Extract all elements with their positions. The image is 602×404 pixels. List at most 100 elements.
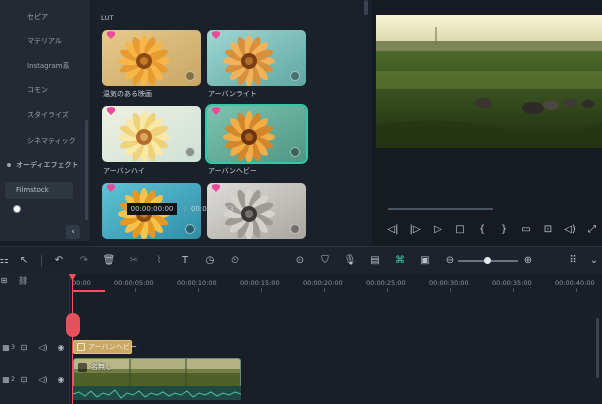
marker-icon[interactable]: ⛉ [318, 254, 332, 268]
audio-split-icon[interactable]: ⌇ [152, 254, 166, 268]
snap-icon[interactable]: ⌘ [393, 254, 407, 268]
total-time: 00:00:13:13 [191, 205, 234, 213]
fullscreen-icon[interactable]: ⤢ [585, 223, 599, 237]
category-common[interactable]: コモン [0, 81, 90, 99]
track-header-effect: ▦ 3 ⊡ ◁) ◉ [0, 339, 70, 357]
lock-icon[interactable]: ⊡ [19, 374, 29, 386]
preview-player [372, 0, 602, 246]
ruler-label: 00:00:15:00 [240, 279, 280, 287]
download-icon[interactable] [185, 224, 195, 234]
undo-icon[interactable]: ↶ [52, 254, 66, 268]
lut-label-2: アーバンライト [208, 90, 257, 98]
delete-icon[interactable]: 🗑 [102, 254, 116, 268]
volume-icon[interactable]: ◁) [563, 223, 577, 237]
playhead-marker[interactable] [66, 313, 80, 337]
speed-icon[interactable]: ◷ [203, 254, 217, 268]
expand-dot-icon [7, 163, 11, 167]
ruler-label: 00:00:10:00 [177, 279, 217, 287]
zoom-out-icon[interactable]: ⊖ [443, 254, 457, 268]
lut-thumbnail-4[interactable] [205, 104, 308, 164]
visibility-icon[interactable]: ◉ [56, 374, 66, 386]
render-icon[interactable]: ⊙ [293, 254, 307, 268]
layout-icon[interactable]: ⚏ [0, 254, 11, 268]
text-icon[interactable]: T [178, 254, 192, 268]
category-scrollbar[interactable] [85, 120, 88, 220]
ruler-label: 00:00 [72, 279, 91, 287]
redo-icon[interactable]: ↷ [77, 254, 91, 268]
download-icon[interactable] [290, 224, 300, 234]
ruler-label: 00:00:30:00 [429, 279, 469, 287]
snapshot-icon[interactable]: ⊡ [541, 223, 555, 237]
display-icon[interactable]: ▭ [519, 223, 533, 237]
download-icon[interactable] [185, 71, 195, 81]
ruler-label: 00:00:35:00 [492, 279, 532, 287]
link-icon[interactable]: ⛓ [18, 275, 28, 287]
premium-badge-icon [107, 107, 115, 115]
category-stylize[interactable]: スタイライズ [0, 106, 90, 124]
current-time: 00:00:00:00 [127, 203, 177, 215]
select-tool-icon[interactable]: ↖ [17, 254, 31, 268]
lock-icon[interactable]: ⊡ [19, 342, 29, 354]
audio-mixer-icon[interactable]: ▤ [368, 254, 382, 268]
download-icon[interactable] [290, 71, 300, 81]
progress-track[interactable] [388, 208, 493, 210]
duration-icon[interactable]: ⏲ [228, 254, 242, 268]
stop-icon[interactable]: □ [453, 223, 467, 237]
category-instagram[interactable]: Instagram系 [0, 57, 90, 75]
mute-icon[interactable]: ◁) [38, 342, 48, 354]
microphone-icon[interactable]: 🎙 [343, 254, 357, 268]
zoom-in-icon[interactable]: ⊕ [521, 254, 535, 268]
premium-badge-icon [107, 31, 115, 39]
category-panel: セピア マテリアル Instagram系 コモン スタイライズ シネマティック … [0, 0, 90, 241]
more-icon[interactable]: ⌄ [587, 254, 601, 268]
effect-clip-icon [77, 343, 85, 351]
premium-badge-icon [212, 184, 220, 192]
video-clip-label: 名無し [91, 363, 112, 371]
category-material[interactable]: マテリアル [0, 32, 90, 50]
category-audio-effect[interactable]: オーディエフェクト [0, 156, 90, 174]
mute-icon[interactable]: ◁) [38, 374, 48, 386]
step-back-icon[interactable]: |▷ [408, 223, 422, 237]
category-cinematic[interactable]: シネマティック [0, 132, 90, 150]
ruler-label: 00:00:25:00 [366, 279, 406, 287]
clip-play-icon [78, 363, 87, 372]
mark-in-icon[interactable]: { [475, 223, 489, 237]
time-separator: / [184, 205, 187, 213]
effect-clip[interactable]: アーバンヘビー [73, 340, 137, 354]
playhead[interactable] [72, 275, 73, 404]
ruler-label: 00:00:05:00 [114, 279, 154, 287]
lut-thumbnail-3[interactable] [102, 106, 201, 162]
lut-thumbnail-2[interactable] [207, 30, 306, 86]
grid-handle-icon[interactable]: ⠿ [566, 254, 580, 268]
track-header-video: ▦ 2 ⊡ ◁) ◉ [0, 371, 70, 389]
lut-thumbnail-1[interactable] [102, 30, 201, 86]
filmstock-button[interactable]: Filmstock [5, 182, 73, 199]
previous-frame-icon[interactable]: ◁| [386, 223, 400, 237]
ruler-label: 00:00:40:00 [555, 279, 595, 287]
preview-video [376, 15, 602, 148]
premium-badge-icon [107, 184, 115, 192]
collapse-panel-icon[interactable]: ‹ [66, 225, 80, 239]
toolbar-divider [41, 255, 42, 267]
play-icon[interactable]: ▷ [431, 223, 445, 237]
zoom-slider-handle[interactable] [484, 257, 491, 264]
track-number: 3 [11, 344, 15, 351]
ruler-label: 00:00:20:00 [303, 279, 343, 287]
effects-scrollbar[interactable] [364, 0, 368, 15]
add-track-icon[interactable]: ⊞ [0, 275, 9, 287]
download-icon[interactable] [185, 147, 195, 157]
progress-handle[interactable] [13, 205, 21, 213]
lut-label-4: アーバンヘビー [208, 167, 257, 175]
mark-out-icon[interactable]: } [497, 223, 511, 237]
cut-icon[interactable]: ✂ [127, 254, 141, 268]
visibility-icon[interactable]: ◉ [56, 342, 66, 354]
audio-waveform [72, 386, 242, 400]
lut-label-1: 温気のある映画 [103, 90, 152, 98]
timeline-scrollbar[interactable] [596, 318, 599, 378]
category-sepia[interactable]: セピア [0, 8, 90, 26]
premium-badge-icon [212, 107, 220, 115]
lut-label-3: アーバンハイ [103, 167, 145, 175]
pip-icon[interactable]: ▣ [418, 254, 432, 268]
download-icon[interactable] [290, 147, 300, 157]
lut-section-label: LUT [101, 14, 114, 22]
